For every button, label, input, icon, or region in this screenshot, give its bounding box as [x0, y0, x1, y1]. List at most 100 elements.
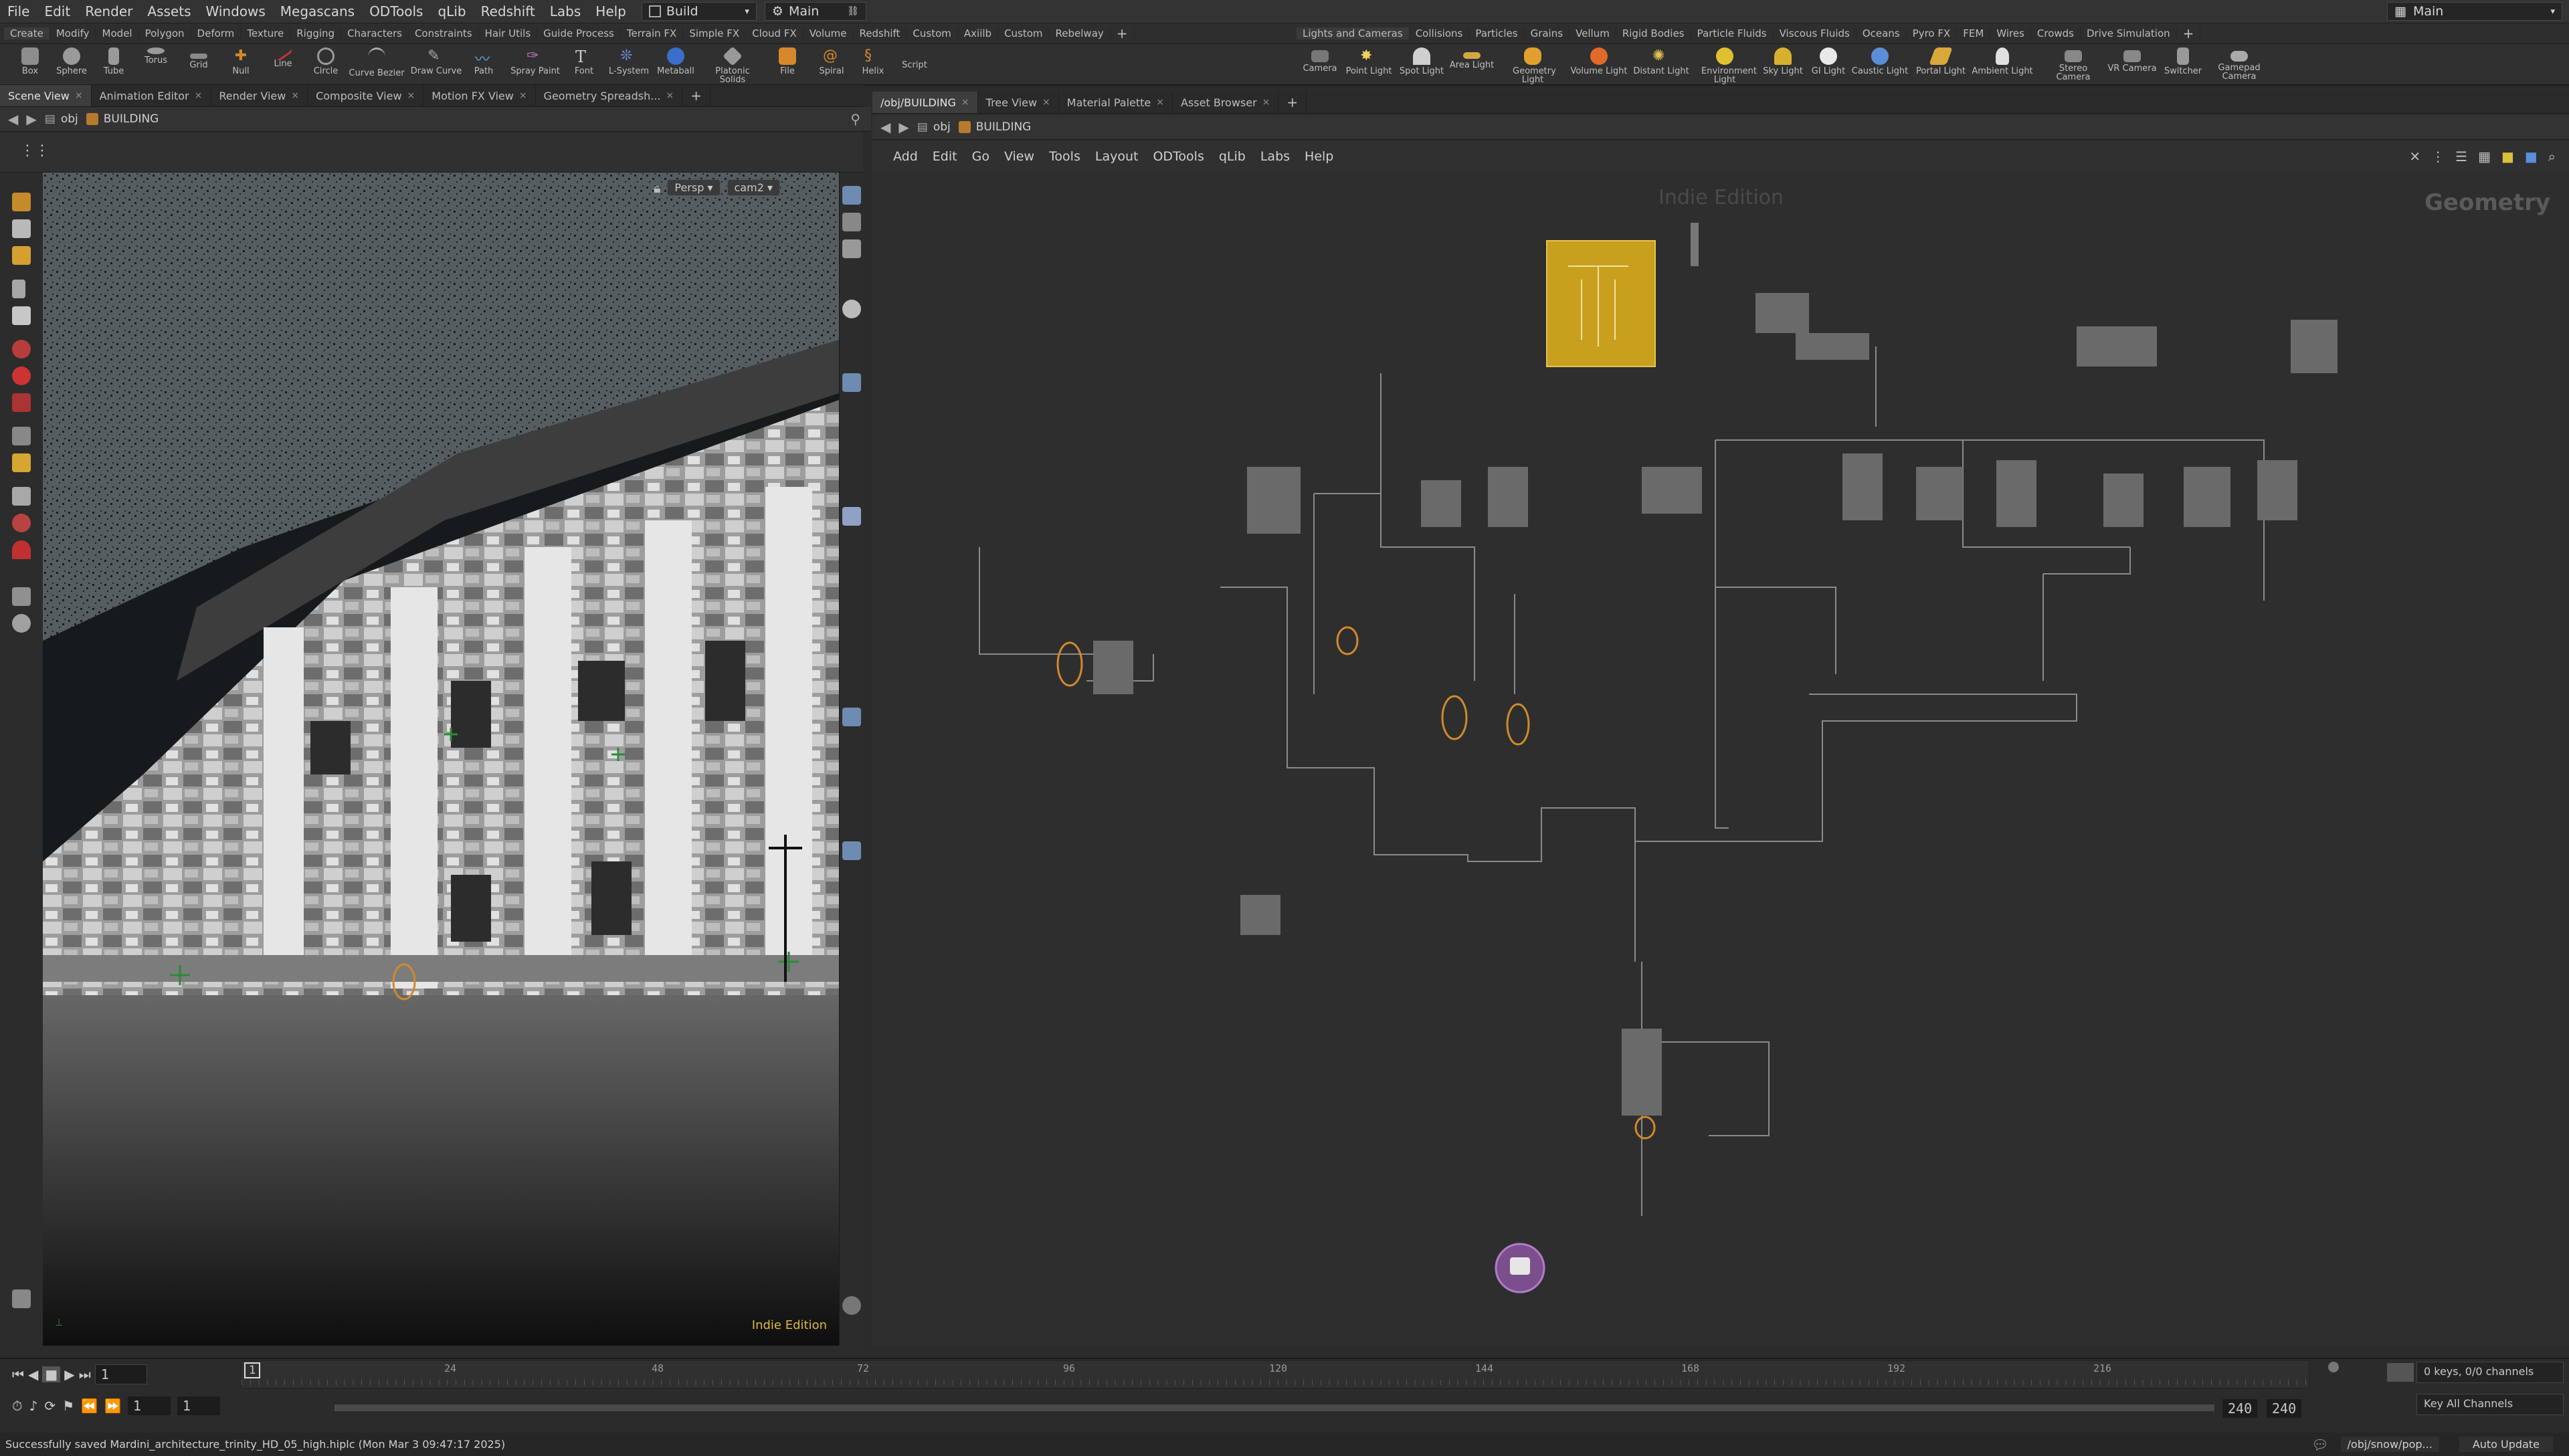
- light-icon[interactable]: [842, 300, 861, 318]
- shelf-tab[interactable]: FEM: [1957, 27, 1991, 39]
- net-menu-tools[interactable]: Tools: [1042, 149, 1088, 164]
- tool-switcher[interactable]: Switcher: [2160, 44, 2206, 84]
- shelf-tab[interactable]: Rigid Bodies: [1616, 27, 1691, 39]
- shelf-tab[interactable]: Custom: [998, 27, 1050, 39]
- start-frame-field[interactable]: 1: [127, 1396, 171, 1415]
- grid-icon[interactable]: ▦: [2478, 148, 2491, 165]
- tool-null[interactable]: ✚ Null: [217, 44, 264, 84]
- fps-icon[interactable]: ⚑: [62, 1398, 74, 1414]
- frame-marker[interactable]: 1: [244, 1362, 261, 1378]
- realtime-icon[interactable]: ⏱: [12, 1398, 23, 1414]
- menu-render[interactable]: Render: [78, 3, 140, 19]
- viewport-menu-icon[interactable]: ⋮⋮: [20, 142, 50, 159]
- lock-icon[interactable]: 🔒︎: [654, 180, 661, 196]
- tool-curve-bezier[interactable]: Curve Bezier: [349, 44, 405, 84]
- shelf-tab[interactable]: Custom: [907, 27, 958, 39]
- tool-caustic-light[interactable]: Caustic Light: [1852, 44, 1908, 84]
- menu-windows[interactable]: Windows: [199, 3, 273, 19]
- tab-network-editor[interactable]: /obj/BUILDING ×: [872, 92, 978, 113]
- edit-tool-icon[interactable]: [12, 1289, 31, 1308]
- status-path[interactable]: /obj/snow/pop...: [2340, 1437, 2439, 1452]
- tool-gi-light[interactable]: GI Light: [1805, 44, 1852, 84]
- tab-geometry-spreadsheet[interactable]: Geometry Spreadsh... ×: [536, 85, 683, 106]
- close-icon[interactable]: ×: [1042, 97, 1050, 108]
- tool-tube[interactable]: Tube: [90, 44, 137, 84]
- wrench-icon[interactable]: ✕: [2409, 148, 2420, 165]
- camera-view-icon[interactable]: [842, 841, 861, 860]
- tool-ambient-light[interactable]: Ambient Light: [1972, 44, 2033, 84]
- tool-spot-light[interactable]: Spot Light: [1398, 44, 1445, 84]
- shelf-tab[interactable]: Rebelway: [1050, 27, 1111, 39]
- menu-redshift[interactable]: Redshift: [474, 3, 543, 19]
- network-editor[interactable]: Indie Edition Geometry: [872, 173, 2569, 1346]
- close-icon[interactable]: ×: [291, 90, 299, 101]
- handle-tool-icon[interactable]: [12, 246, 31, 265]
- shelf-tab[interactable]: Simple FX: [683, 27, 747, 39]
- shelf-tab[interactable]: Create: [4, 27, 50, 39]
- pose-tool-icon[interactable]: [12, 427, 31, 445]
- breadcrumb-building[interactable]: BUILDING: [958, 120, 1031, 134]
- menu-edit[interactable]: Edit: [37, 3, 78, 19]
- tree-icon[interactable]: ⋮: [2431, 148, 2445, 165]
- list-icon[interactable]: ☰: [2455, 148, 2467, 165]
- shelf-tab[interactable]: Constraints: [409, 27, 479, 39]
- audio-icon[interactable]: [2328, 1362, 2339, 1372]
- tool-path[interactable]: 〰 Path: [460, 44, 507, 84]
- tool-l-system[interactable]: ❊ L-System: [605, 44, 652, 84]
- shelf-tab[interactable]: Vellum: [1569, 27, 1616, 39]
- add-tab-button[interactable]: +: [682, 85, 710, 106]
- shelf-tab[interactable]: Terrain FX: [621, 27, 684, 39]
- back-arrow-icon[interactable]: ◀: [8, 111, 18, 127]
- display-options-icon[interactable]: [842, 186, 861, 205]
- jump-start-icon[interactable]: ⏮: [12, 1366, 24, 1382]
- net-menu-layout[interactable]: Layout: [1088, 149, 1146, 164]
- stop-icon[interactable]: ■: [42, 1366, 61, 1382]
- end-frame-field[interactable]: 240: [2222, 1399, 2258, 1418]
- scene-viewport[interactable]: 🔒︎ Persp ▾ cam2 ▾ Indie Edition ⊥: [43, 173, 839, 1346]
- net-menu-edit[interactable]: Edit: [925, 149, 965, 164]
- shelf-tab[interactable]: Hair Utils: [479, 27, 538, 39]
- close-icon[interactable]: ×: [1262, 97, 1270, 108]
- chat-icon[interactable]: 💬︎: [2311, 1437, 2328, 1453]
- add-tab-button[interactable]: +: [1278, 92, 1307, 113]
- tool-helix[interactable]: § Helix: [850, 44, 896, 84]
- step-back-icon[interactable]: ⏪: [81, 1398, 98, 1414]
- shelf-tab[interactable]: Crowds: [2031, 27, 2081, 39]
- close-icon[interactable]: ×: [961, 97, 969, 108]
- frame-ruler[interactable]: 1 24 48 72 96 120 144 168 192 216: [241, 1360, 2309, 1388]
- snapshot-icon[interactable]: [842, 373, 861, 392]
- desktop-dropdown[interactable]: Build ▾: [641, 2, 757, 21]
- close-icon[interactable]: ×: [75, 90, 83, 101]
- menu-qlib[interactable]: qLib: [430, 3, 473, 19]
- visualizer-icon[interactable]: [842, 708, 861, 726]
- wireframe-icon[interactable]: [842, 213, 861, 231]
- tool-draw-curve[interactable]: ✎ Draw Curve: [411, 44, 462, 84]
- shelf-tab[interactable]: Pyro FX: [1907, 27, 1958, 39]
- breadcrumb-obj[interactable]: ▤ obj: [45, 112, 78, 126]
- right-context-dropdown[interactable]: ▦ Main ▾: [2387, 2, 2562, 21]
- tool-platonic-solids[interactable]: Platonic Solids: [709, 44, 756, 84]
- camera-tool-icon[interactable]: [12, 614, 31, 633]
- shelf-tab[interactable]: Drive Simulation: [2081, 27, 2177, 39]
- shelf-tab[interactable]: Particle Fluids: [1691, 27, 1774, 39]
- shelf-tab[interactable]: Collisions: [1410, 27, 1470, 39]
- tool-spiral[interactable]: @ Spiral: [808, 44, 855, 84]
- shelf-tab[interactable]: Viscous Fluids: [1774, 27, 1857, 39]
- keys-icon[interactable]: [2387, 1363, 2414, 1382]
- tool-spray-paint[interactable]: ✑ Spray Paint: [510, 44, 560, 84]
- current-frame-field[interactable]: 1: [94, 1364, 147, 1384]
- net-menu-qlib[interactable]: qLib: [1212, 149, 1253, 164]
- context-dropdown[interactable]: ⚙ Main ⛓: [764, 2, 866, 21]
- tool-file[interactable]: File: [764, 44, 811, 84]
- tab-render-view[interactable]: Render View ×: [211, 85, 308, 106]
- forward-arrow-icon[interactable]: ▶: [26, 111, 36, 127]
- play-icon[interactable]: ▶: [64, 1366, 74, 1382]
- tool-script[interactable]: Script: [891, 44, 938, 84]
- net-menu-view[interactable]: View: [997, 149, 1042, 164]
- add-shelf-tab-button[interactable]: +: [2177, 25, 2201, 41]
- key-all-channels-button[interactable]: Key All Channels: [2416, 1394, 2564, 1415]
- search-icon[interactable]: ⌕: [2548, 148, 2556, 165]
- net-menu-labs[interactable]: Labs: [1253, 149, 1297, 164]
- tool-area-light[interactable]: Area Light: [1448, 44, 1495, 84]
- view-tool-icon[interactable]: [12, 453, 31, 472]
